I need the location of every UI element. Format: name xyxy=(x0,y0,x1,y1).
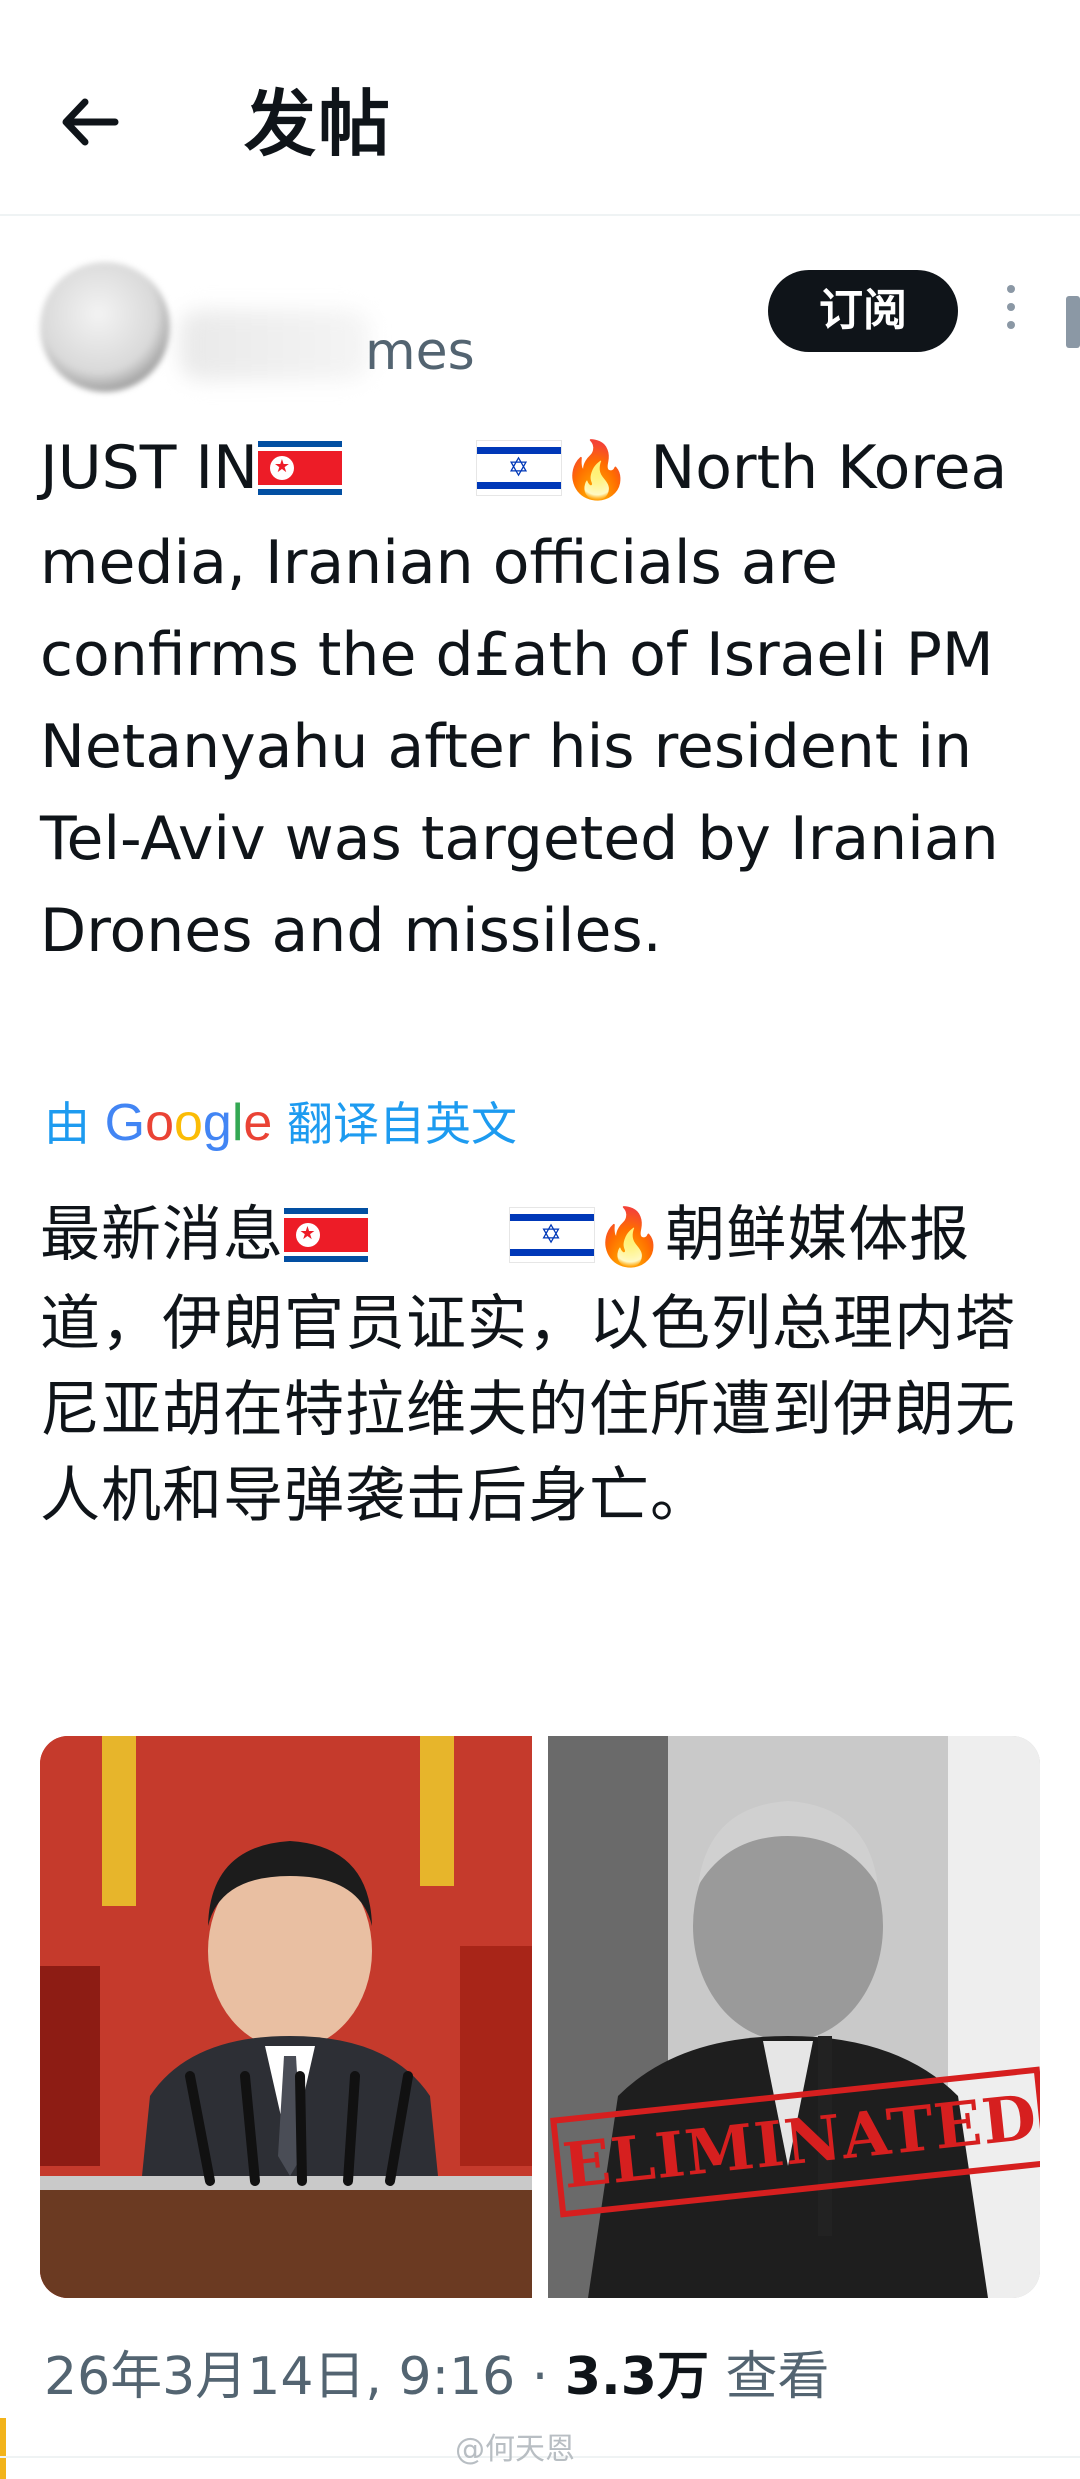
author-name-blurred xyxy=(180,310,370,380)
top-bar: 发帖 xyxy=(0,0,1080,216)
post-text-en-part1: JUST IN xyxy=(40,433,258,503)
israel-flag-icon: ✡ xyxy=(508,1207,595,1264)
speaker-photo xyxy=(40,1736,532,2298)
translation-suffix: 翻译自英文 xyxy=(286,1097,517,1151)
more-options-button[interactable] xyxy=(996,285,1026,337)
scrollbar-thumb[interactable] xyxy=(1066,296,1080,348)
post-text-chinese: 最新消息 ★ ✡ 🔥朝鲜媒体报道，伊朗官员证实，以色列总理内塔尼亚胡在特拉维夫的住所… xyxy=(40,1192,1050,1539)
north-korea-flag-icon: ★ xyxy=(258,441,342,496)
avatar[interactable] xyxy=(40,262,170,392)
post-meta: 26年3月14日, 9:16 · 3.3万 查看 xyxy=(44,2340,830,2414)
post-text-english: JUST IN ★ ✡ 🔥 North Korea media, Iranian o… xyxy=(40,422,1050,977)
post-text-en-part2: North Korea media, Iranian officials are… xyxy=(40,433,1008,967)
subscribe-button[interactable]: 订阅 xyxy=(768,270,958,352)
back-button[interactable] xyxy=(55,82,135,162)
google-logo: Google xyxy=(104,1094,273,1152)
post-timestamp: 26年3月14日, 9:16 · xyxy=(44,2347,565,2407)
post-image-left[interactable] xyxy=(40,1736,532,2298)
post-media: ELIMINATED xyxy=(40,1736,1040,2298)
north-korea-flag-icon: ★ xyxy=(284,1208,368,1263)
post-text-zh-part1: 最新消息 xyxy=(40,1200,284,1270)
post-image-right[interactable]: ELIMINATED xyxy=(548,1736,1040,2298)
fire-icon: 🔥 xyxy=(594,1205,666,1271)
arrow-left-icon xyxy=(62,98,119,146)
author-name[interactable]: mes xyxy=(365,322,475,382)
more-dot-icon xyxy=(1007,285,1015,293)
more-dot-icon xyxy=(1007,321,1015,329)
portrait-photo xyxy=(548,1736,1040,2298)
edge-accent xyxy=(0,2418,6,2479)
more-dot-icon xyxy=(1007,303,1015,311)
fire-icon: 🔥 xyxy=(561,438,632,504)
views-count: 3.3万 xyxy=(564,2347,709,2407)
page-title: 发帖 xyxy=(244,82,393,166)
views-label: 查看 xyxy=(708,2347,830,2407)
translation-prefix: 由 xyxy=(44,1097,90,1151)
israel-flag-icon: ✡ xyxy=(475,440,562,497)
translation-link[interactable]: 由 Google 翻译自英文 xyxy=(44,1088,517,1159)
watermark: @何天恩 xyxy=(455,2432,575,2467)
